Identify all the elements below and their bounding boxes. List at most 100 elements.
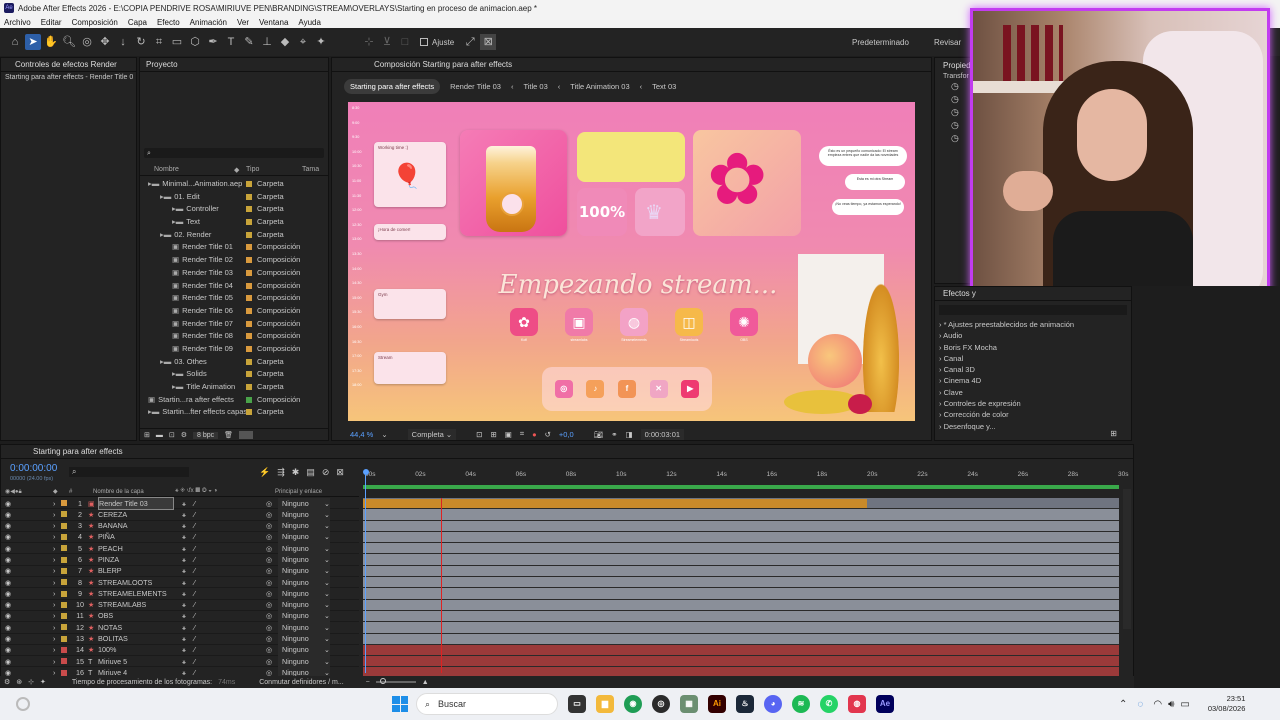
quality-switch-icon[interactable]: ∕: [194, 531, 206, 542]
quality-switch-icon[interactable]: ∕: [194, 644, 206, 655]
layer-name[interactable]: OBS: [98, 610, 174, 621]
quality-switch-icon[interactable]: ∕: [194, 554, 206, 565]
project-item[interactable]: ▣ Render Title 05 Composición: [140, 292, 328, 305]
zoom-slider[interactable]: [375, 678, 416, 684]
expand-arrow-icon[interactable]: ›: [53, 577, 61, 588]
layer-row[interactable]: ◉ › 8 ★ STREAMLOOTS ⚹ ∕ ◎ Ninguno ⌄: [1, 576, 359, 589]
orbit-camera-icon[interactable]: ◎: [79, 34, 95, 50]
comp-tab-1[interactable]: Render Title 03: [450, 82, 501, 91]
interpret-footage-icon[interactable]: ⊞: [144, 431, 150, 439]
layer-row[interactable]: ◉ › 6 ★ PINZA ⚹ ∕ ◎ Ninguno ⌄: [1, 553, 359, 566]
collapse-switch-icon[interactable]: ⚹: [174, 610, 194, 621]
effects-category[interactable]: › Canal 3D: [939, 364, 1127, 375]
parent-select[interactable]: Ninguno ⌄: [278, 644, 330, 656]
steam-icon[interactable]: ♨: [736, 695, 754, 713]
bolt-icon[interactable]: ✦: [40, 678, 46, 686]
whatsapp-icon[interactable]: ✆: [820, 695, 838, 713]
pickwhip-icon[interactable]: ◎: [266, 656, 278, 667]
layer-name[interactable]: CEREZA: [98, 509, 174, 520]
layer-row[interactable]: ◉ › 14 ★ 100% ⚹ ∕ ◎ Ninguno ⌄: [1, 644, 359, 657]
label-color-chip[interactable]: [246, 358, 252, 365]
effect-controls-tab[interactable]: Controles de efectos Render: [1, 58, 136, 72]
menu-composicion[interactable]: Composición: [72, 18, 118, 27]
layer-track[interactable]: [363, 644, 1119, 657]
label-color-chip[interactable]: [246, 371, 252, 378]
layer-track[interactable]: [363, 610, 1119, 623]
label-color-chip[interactable]: [61, 579, 67, 586]
expand-arrow-icon[interactable]: ›: [53, 633, 61, 644]
label-color-chip[interactable]: [61, 647, 67, 653]
label-color-chip[interactable]: [246, 244, 252, 251]
eraser-tool-icon[interactable]: ◆: [277, 34, 293, 50]
selection-tool-icon[interactable]: ➤: [25, 34, 41, 50]
properties-tab[interactable]: Propied: [935, 58, 971, 73]
layer-duration-bar[interactable]: [363, 499, 867, 508]
menu-editar[interactable]: Editar: [41, 18, 62, 27]
parent-select[interactable]: Ninguno ⌄: [278, 565, 330, 577]
pen-tool-icon[interactable]: ✒: [205, 34, 221, 50]
expand-arrow-icon[interactable]: ›: [53, 531, 61, 542]
rectangle-tool-icon[interactable]: ▭: [169, 34, 185, 50]
expand-arrow-icon[interactable]: ›: [53, 565, 61, 576]
clock[interactable]: 23:51 03/08/2026: [1208, 694, 1246, 714]
obs-icon[interactable]: ◎: [652, 695, 670, 713]
collapse-switch-icon[interactable]: ⚹: [174, 543, 194, 554]
project-item[interactable]: ▣ Render Title 01 Composición: [140, 241, 328, 254]
clone-stamp-icon[interactable]: ⊥: [259, 34, 275, 50]
volume-icon[interactable]: 🔊︎: [1168, 699, 1174, 710]
type-tool-icon[interactable]: T: [223, 34, 239, 50]
axis-view-icon[interactable]: □: [397, 34, 413, 50]
layer-switch-icon[interactable]: ⊹: [28, 678, 34, 686]
eye-icon[interactable]: ◉: [1, 656, 17, 667]
pickwhip-icon[interactable]: ◎: [266, 633, 278, 644]
label-color-chip[interactable]: [61, 556, 67, 563]
parent-select[interactable]: Ninguno ⌄: [278, 576, 330, 588]
menu-ventana[interactable]: Ventana: [259, 18, 288, 27]
layer-name[interactable]: BANANA: [98, 520, 174, 531]
project-item[interactable]: ▣ Render Title 09 Composición: [140, 343, 328, 356]
parent-select[interactable]: Ninguno ⌄: [278, 599, 330, 611]
effects-category[interactable]: › Canal: [939, 353, 1127, 364]
label-color-chip[interactable]: [61, 522, 67, 529]
pickwhip-icon[interactable]: ◎: [266, 531, 278, 542]
eye-icon[interactable]: ◉: [1, 509, 17, 520]
quality-switch-icon[interactable]: ∕: [194, 509, 206, 520]
dolly-camera-icon[interactable]: ↓: [115, 34, 131, 50]
eye-icon[interactable]: ◉: [1, 599, 17, 610]
collapse-switch-icon[interactable]: ⚹: [174, 588, 194, 599]
spotify-icon[interactable]: ≋: [792, 695, 810, 713]
project-item[interactable]: ▸▬ Startin...fter effects capas Carpeta: [140, 406, 328, 419]
playhead-handle[interactable]: [363, 469, 369, 475]
expand-arrow-icon[interactable]: ›: [53, 644, 61, 655]
menu-archivo[interactable]: Archivo: [4, 18, 31, 27]
graph-editor-icon[interactable]: ⊘: [322, 467, 330, 478]
shape-3d-icon[interactable]: ⬡: [187, 34, 203, 50]
snap-grid-icon[interactable]: ⊠: [480, 34, 497, 50]
label-color-chip[interactable]: [246, 231, 252, 238]
layer-row[interactable]: ◉ › 15 T Miriuve 5 ⚹ ∕ ◎ Ninguno ⌄: [1, 655, 359, 668]
parent-select[interactable]: Ninguno ⌄: [278, 497, 330, 509]
layer-row[interactable]: ◉ › 2 ★ CEREZA ⚹ ∕ ◎ Ninguno ⌄: [1, 508, 359, 521]
col-name[interactable]: Nombre: [140, 166, 234, 175]
eye-icon[interactable]: ◉: [1, 543, 17, 554]
app-red-icon[interactable]: ◍: [848, 695, 866, 713]
shy-icon[interactable]: ⇶: [277, 467, 285, 478]
label-color-chip[interactable]: [61, 545, 67, 552]
quality-switch-icon[interactable]: ∕: [194, 622, 206, 633]
comp-timecode[interactable]: 0:00:03:01: [640, 428, 685, 440]
pickwhip-icon[interactable]: ◎: [266, 543, 278, 554]
pickwhip-icon[interactable]: ◎: [266, 509, 278, 520]
expand-arrow-icon[interactable]: ›: [53, 599, 61, 610]
reset-exposure-icon[interactable]: ↺: [545, 430, 551, 439]
tray-chevron-icon[interactable]: ⌃: [1119, 699, 1127, 710]
col-type[interactable]: Tipo: [246, 166, 302, 175]
label-color-chip[interactable]: [61, 601, 67, 608]
quality-switch-icon[interactable]: ∕: [194, 656, 206, 667]
collapse-switch-icon[interactable]: ⚹: [174, 509, 194, 520]
layer-row[interactable]: ◉ › 3 ★ BANANA ⚹ ∕ ◎ Ninguno ⌄: [1, 520, 359, 532]
project-item[interactable]: ▸▬ 03. Othes Carpeta: [140, 356, 328, 369]
layer-name[interactable]: PIÑA: [98, 531, 174, 542]
effects-category[interactable]: › Boris FX Mocha: [939, 342, 1127, 353]
eye-icon[interactable]: ◉: [1, 498, 17, 509]
layer-track[interactable]: [363, 622, 1119, 634]
